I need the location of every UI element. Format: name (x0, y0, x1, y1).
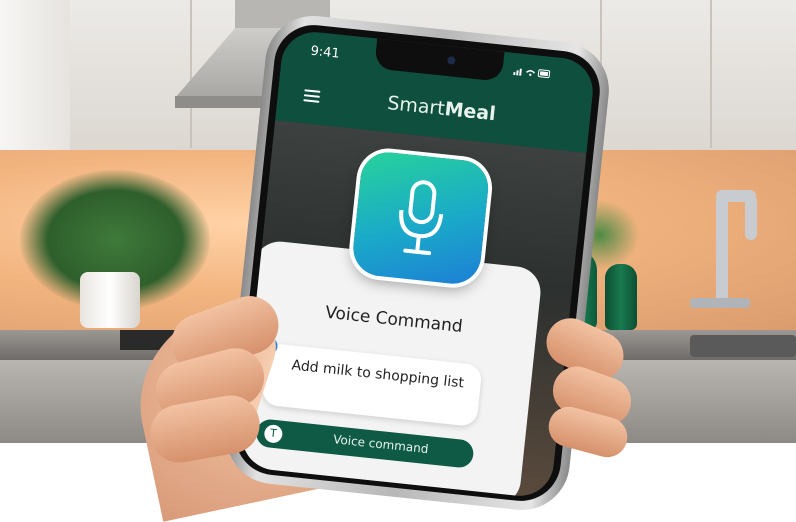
voice-command-button-label: Voice command (332, 432, 430, 457)
command-text: Add milk to shopping list (290, 357, 465, 392)
status-time: 9:41 (309, 43, 341, 62)
plant-pot (80, 272, 140, 328)
voice-command-button[interactable]: T Voice command (254, 418, 475, 469)
sink (690, 335, 796, 357)
status-icons (513, 65, 552, 82)
signal-wifi-battery-icon (513, 68, 551, 79)
microphone-icon (399, 180, 444, 256)
window-light (0, 0, 70, 150)
app-title-bold: Meal (443, 98, 497, 126)
command-bubble[interactable]: + Add milk to shopping list (258, 335, 483, 428)
faucet (716, 195, 728, 305)
faucet-spout (745, 195, 757, 240)
hamburger-menu-icon[interactable] (303, 89, 321, 103)
microphone-button[interactable] (350, 149, 491, 287)
cabinet-door (600, 0, 712, 148)
app-title: SmartMeal (386, 92, 496, 125)
app-title-light: Smart (386, 92, 446, 120)
phone-screen: 9:41 SmartMeal Voice Command Add milk to… (238, 28, 597, 500)
mic-small-icon: T (263, 423, 284, 444)
cabinet-door (70, 0, 192, 148)
voice-command-card: Voice Command + Add milk to shopping lis… (238, 239, 544, 500)
green-vase (605, 264, 637, 330)
faucet-base (690, 298, 750, 308)
card-title: Voice Command (324, 302, 464, 338)
